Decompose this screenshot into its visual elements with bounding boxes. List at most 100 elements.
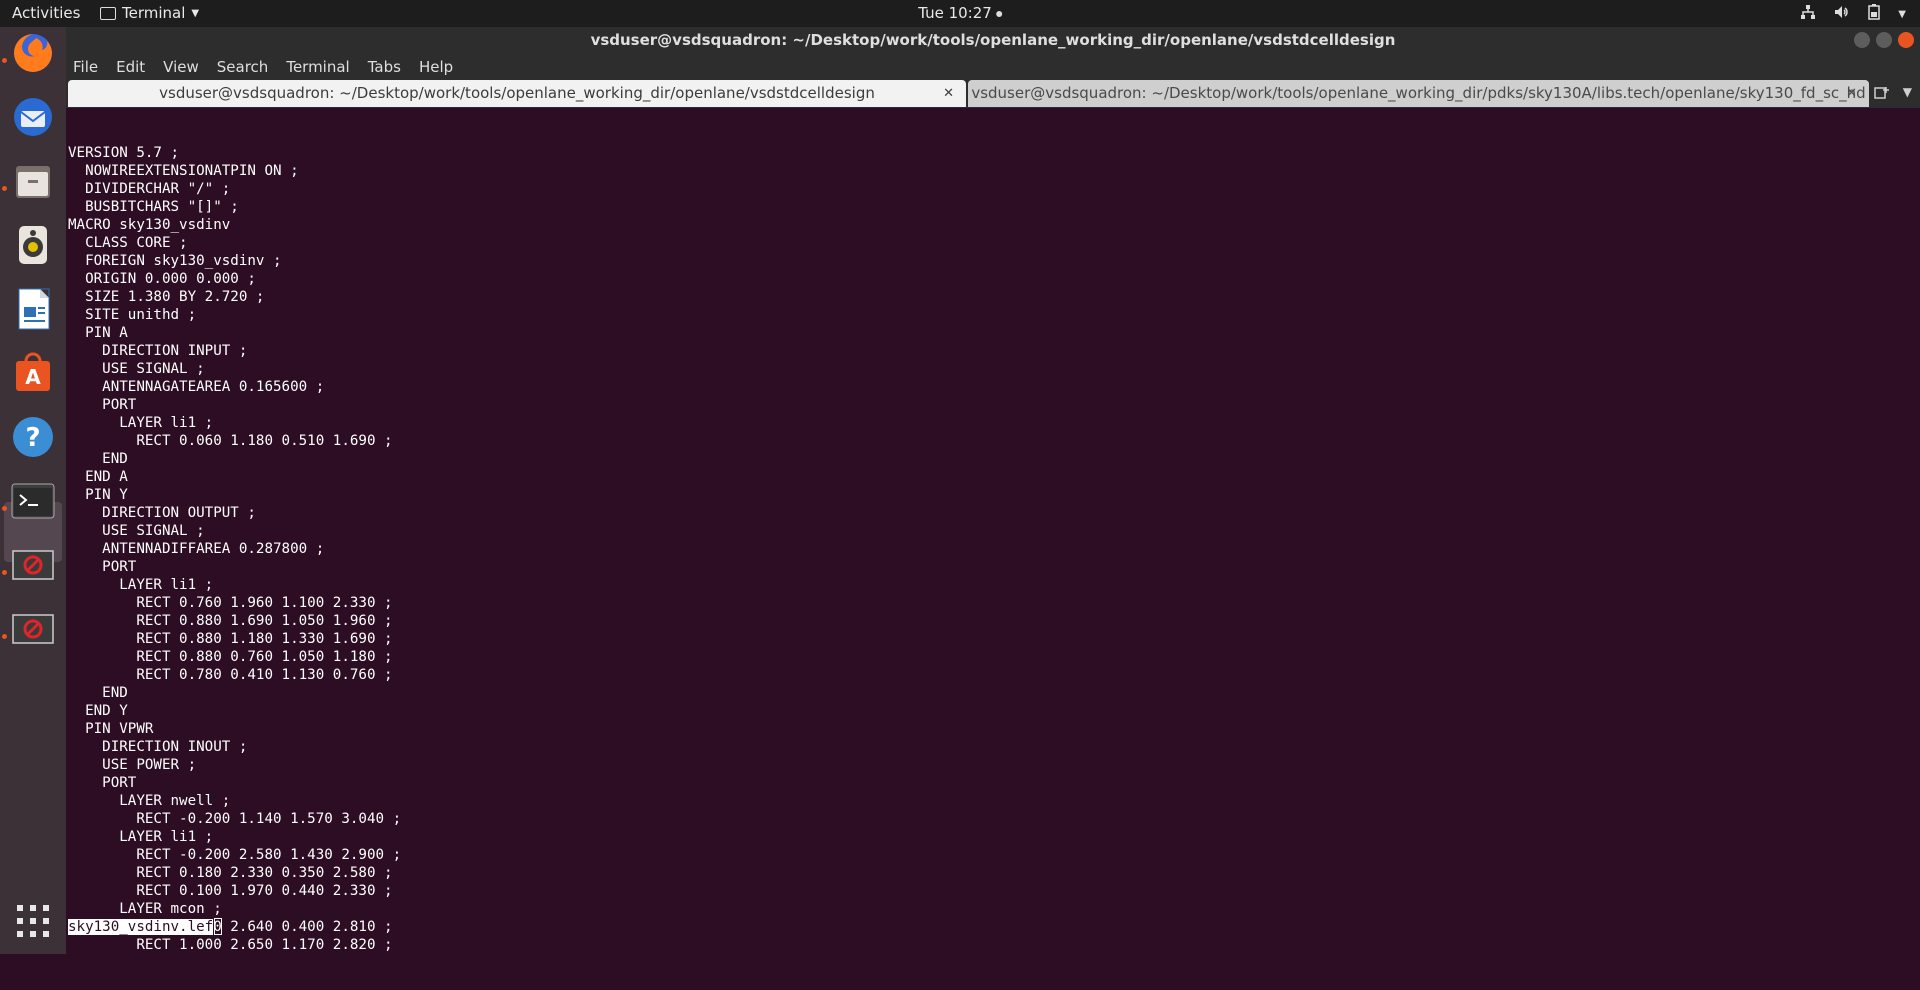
tab-label: vsduser@vsdsquadron: ~/Desktop/work/tool… xyxy=(159,84,875,102)
menu-view[interactable]: View xyxy=(163,58,199,76)
maximize-icon[interactable] xyxy=(1876,32,1892,48)
firefox-icon[interactable] xyxy=(9,29,57,77)
terminal-line: RECT -0.200 1.140 1.570 3.040 ; xyxy=(68,811,402,827)
network-icon[interactable] xyxy=(1800,4,1816,24)
battery-icon[interactable] xyxy=(1868,4,1881,24)
window-titlebar[interactable]: vsduser@vsdsquadron: ~/Desktop/work/tool… xyxy=(66,27,1920,54)
blocked-app-icon[interactable] xyxy=(9,541,57,589)
status-filename: sky130_vsdinv.lef xyxy=(68,919,214,935)
close-icon[interactable] xyxy=(1898,32,1914,48)
terminal-line: END A xyxy=(68,469,128,485)
terminal-line: ANTENNAGATEAREA 0.165600 ; xyxy=(68,379,325,395)
terminal-small-icon xyxy=(100,6,116,20)
terminal-lines: VERSION 5.7 ; NOWIREEXTENSIONATPIN ON ; … xyxy=(68,144,1920,954)
system-tray[interactable]: ▼ xyxy=(1800,4,1906,24)
notification-dot-icon xyxy=(995,10,1002,17)
terminal-line: LAYER li1 ; xyxy=(68,829,214,845)
terminal-line: RECT 0.880 0.760 1.050 1.180 ; xyxy=(68,649,393,665)
clock-label: Tue 10:27 xyxy=(918,4,992,22)
system-menu-chevron-icon[interactable]: ▼ xyxy=(1898,9,1906,20)
svg-text:A: A xyxy=(25,365,41,389)
clock[interactable]: Tue 10:27 xyxy=(918,4,1002,22)
running-indicator xyxy=(2,186,7,191)
terminal-line: RECT 0.180 2.330 0.350 2.580 ; xyxy=(68,865,393,881)
terminal-line: FOREIGN sky130_vsdinv ; xyxy=(68,253,282,269)
minimize-icon[interactable] xyxy=(1854,32,1870,48)
terminal-line: SIZE 1.380 BY 2.720 ; xyxy=(68,289,265,305)
tab-bar: vsduser@vsdsquadron: ~/Desktop/work/tool… xyxy=(66,80,1920,108)
terminal-line: END Y xyxy=(68,703,128,719)
writer-icon[interactable] xyxy=(9,285,57,333)
terminal-line: PORT xyxy=(68,397,137,413)
activities-button[interactable]: Activities xyxy=(12,4,80,22)
terminal-line: PORT xyxy=(68,559,137,575)
tab-sky130-fd-sc-hd[interactable]: vsduser@vsdsquadron: ~/Desktop/work/tool… xyxy=(968,80,1869,107)
terminal-line: LAYER li1 ; xyxy=(68,577,214,593)
running-indicator xyxy=(2,58,7,63)
terminal-line: RECT 0.230 2.640 0.400 2.810 ; xyxy=(68,919,393,935)
running-indicator xyxy=(2,570,7,575)
files-icon[interactable] xyxy=(9,157,57,205)
show-applications-icon[interactable] xyxy=(9,897,57,945)
rhythmbox-icon[interactable] xyxy=(9,221,57,269)
terminal-line: LAYER mcon ; xyxy=(68,901,222,917)
thunderbird-icon[interactable] xyxy=(9,93,57,141)
menu-bar: File Edit View Search Terminal Tabs Help xyxy=(66,54,1920,80)
running-indicator xyxy=(2,506,7,511)
terminal-line: LAYER nwell ; xyxy=(68,793,231,809)
app-menu-label: Terminal xyxy=(122,4,186,22)
terminal-line: USE SIGNAL ; xyxy=(68,523,205,539)
terminal-line: ORIGIN 0.000 0.000 ; xyxy=(68,271,256,287)
tab-label: vsduser@vsdsquadron: ~/Desktop/work/tool… xyxy=(971,84,1866,102)
text-cursor xyxy=(214,918,223,935)
chevron-down-icon: ▼ xyxy=(191,7,200,19)
menu-file[interactable]: File xyxy=(73,58,98,76)
running-indicator xyxy=(2,634,7,639)
menu-edit[interactable]: Edit xyxy=(116,58,145,76)
close-tab-icon[interactable]: ✕ xyxy=(943,80,954,107)
terminal-line: ANTENNADIFFAREA 0.287800 ; xyxy=(68,541,325,557)
terminal-line: PORT xyxy=(68,775,137,791)
tab-vsdstdcelldesign[interactable]: vsduser@vsdsquadron: ~/Desktop/work/tool… xyxy=(68,80,966,107)
tab-menu-chevron-icon[interactable]: ▼ xyxy=(1903,85,1912,99)
terminal-line: DIRECTION INOUT ; xyxy=(68,739,248,755)
terminal-line: PIN Y xyxy=(68,487,128,503)
terminal-output[interactable]: VERSION 5.7 ; NOWIREEXTENSIONATPIN ON ; … xyxy=(68,108,1920,954)
app-menu[interactable]: Terminal ▼ xyxy=(100,4,199,22)
svg-text:?: ? xyxy=(25,423,40,453)
terminal-line: BUSBITCHARS "[]" ; xyxy=(68,199,239,215)
software-center-icon[interactable]: A xyxy=(9,349,57,397)
terminal-icon[interactable] xyxy=(9,477,57,525)
close-tab-icon[interactable]: ✕ xyxy=(1846,80,1857,107)
terminal-line: PIN VPWR xyxy=(68,721,154,737)
top-bar: Activities Terminal ▼ Tue 10:27 ▼ xyxy=(0,0,1920,27)
window-title: vsduser@vsdsquadron: ~/Desktop/work/tool… xyxy=(590,31,1396,49)
blocked-app-icon[interactable] xyxy=(9,605,57,653)
terminal-line: RECT 0.880 1.690 1.050 1.960 ; xyxy=(68,613,393,629)
menu-tabs[interactable]: Tabs xyxy=(368,58,401,76)
terminal-line: END xyxy=(68,685,128,701)
terminal-line: RECT 0.100 1.970 0.440 2.330 ; xyxy=(68,883,393,899)
terminal-line: USE POWER ; xyxy=(68,757,197,773)
terminal-line: MACRO sky130_vsdinv xyxy=(68,217,231,233)
menu-help[interactable]: Help xyxy=(419,58,453,76)
new-tab-icon[interactable] xyxy=(1874,85,1890,105)
terminal-line: RECT 1.000 2.650 1.170 2.820 ; xyxy=(68,937,393,953)
terminal-line: DIVIDERCHAR "/" ; xyxy=(68,181,231,197)
terminal-line: PIN A xyxy=(68,325,128,341)
terminal-line: RECT 0.780 0.410 1.130 0.760 ; xyxy=(68,667,393,683)
terminal-line: END xyxy=(68,451,128,467)
vim-status-line: sky130_vsdinv.lef xyxy=(68,918,223,936)
terminal-line: DIRECTION INPUT ; xyxy=(68,343,248,359)
terminal-line: SITE unithd ; xyxy=(68,307,197,323)
menu-terminal[interactable]: Terminal xyxy=(286,58,349,76)
volume-icon[interactable] xyxy=(1834,4,1850,24)
terminal-line: DIRECTION OUTPUT ; xyxy=(68,505,256,521)
terminal-line: LAYER li1 ; xyxy=(68,415,214,431)
terminal-line: RECT 0.760 1.960 1.100 2.330 ; xyxy=(68,595,393,611)
terminal-line: NOWIREEXTENSIONATPIN ON ; xyxy=(68,163,299,179)
menu-search[interactable]: Search xyxy=(217,58,269,76)
terminal-line: USE SIGNAL ; xyxy=(68,361,205,377)
terminal-line: VERSION 5.7 ; xyxy=(68,145,180,161)
help-icon[interactable]: ? xyxy=(9,413,57,461)
